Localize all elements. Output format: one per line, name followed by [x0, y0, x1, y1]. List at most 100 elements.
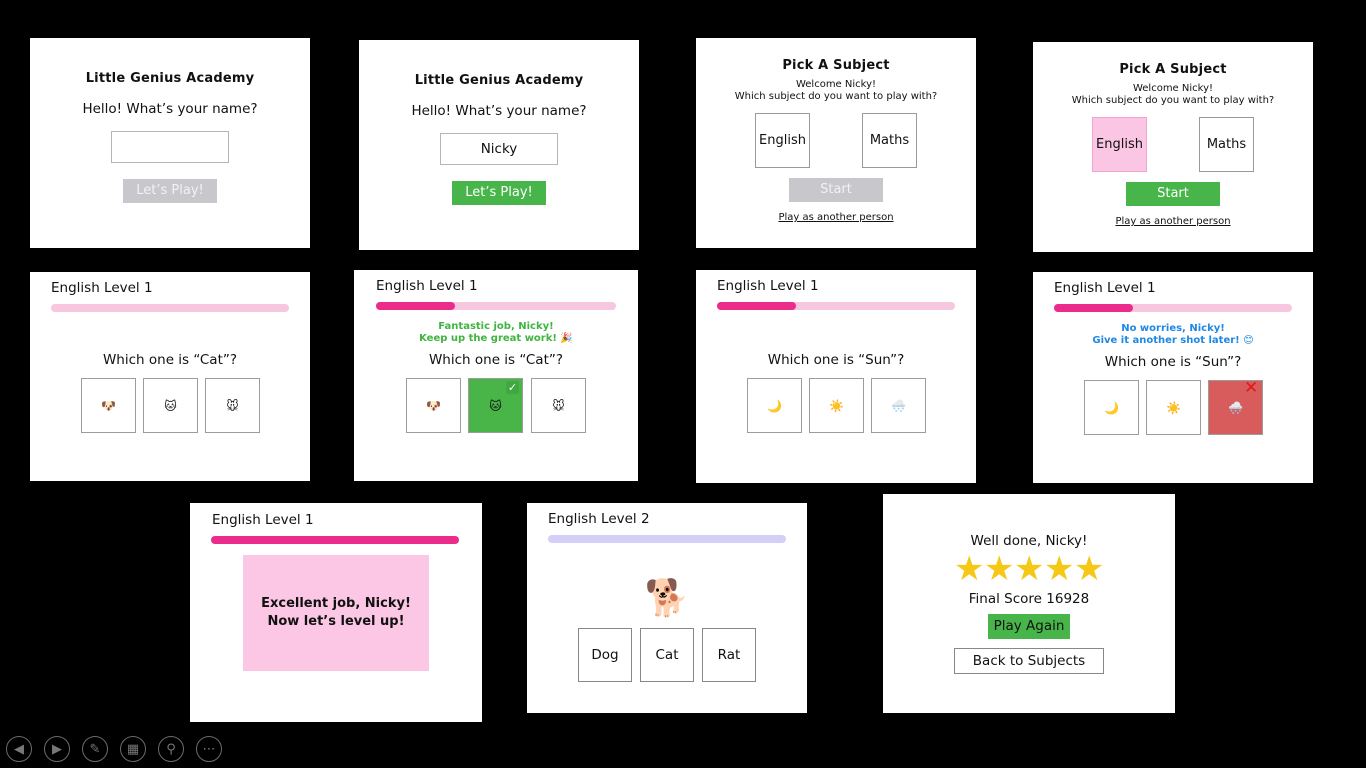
option-dog[interactable]: 🐶	[406, 378, 461, 433]
level-subject: English	[376, 278, 425, 294]
level-up-line2: Now let’s level up!	[267, 614, 405, 629]
option-cat[interactable]: 🐱	[143, 378, 198, 433]
dog-icon: 🐶	[101, 398, 116, 413]
start-button-disabled[interactable]: Start	[789, 178, 883, 202]
play-as-another-person-link[interactable]: Play as another person	[1033, 216, 1313, 227]
card-name-filled: Little Genius Academy Hello! What’s your…	[359, 40, 639, 250]
question: Which one is “Cat”?	[428, 352, 564, 368]
progress-bar	[548, 535, 786, 543]
back-to-subjects-button[interactable]: Back to Subjects	[954, 648, 1104, 674]
option-snow-cloud[interactable]: 🌨️	[871, 378, 926, 433]
subject-english-label: English	[759, 133, 806, 148]
level-header: English Level 1	[212, 512, 314, 528]
card-final-score: Well done, Nicky! ★ ★ ★ ★ ★ Final Score 1692…	[883, 494, 1175, 713]
level-header: English Level 1	[51, 280, 153, 296]
final-score: Final Score 16928	[968, 591, 1090, 607]
level-up-panel: Excellent job, Nicky! Now let’s level up…	[243, 555, 429, 671]
question: Which one is “Cat”?	[102, 352, 238, 368]
pen-icon[interactable]: ✎	[82, 736, 108, 762]
card-pick-subject: Pick A Subject Welcome Nicky! Which subj…	[696, 38, 976, 248]
level-label: Level 1	[104, 280, 153, 296]
snow-cloud-icon: 🌨️	[891, 398, 906, 413]
word-rat[interactable]: Rat	[702, 628, 756, 682]
card-pick-subject-selected: Pick A Subject Welcome Nicky! Which subj…	[1033, 42, 1313, 252]
option-dog[interactable]: 🐶	[81, 378, 136, 433]
subject-question: Which subject do you want to play with?	[1071, 95, 1275, 106]
progress-bar	[376, 302, 616, 310]
progress-fill	[211, 536, 459, 544]
name-input-value: Nicky	[480, 141, 518, 157]
level-subject: English	[51, 280, 100, 296]
subject-maths[interactable]: Maths	[1199, 117, 1254, 172]
option-moon[interactable]: 🌙	[1084, 380, 1139, 435]
question: Which one is “Sun”?	[767, 352, 905, 368]
progress-fill	[1054, 304, 1133, 312]
lets-play-button-disabled[interactable]: Let’s Play!	[123, 179, 217, 203]
name-input[interactable]	[111, 131, 229, 163]
name-input[interactable]: Nicky	[440, 133, 558, 165]
play-as-another-person-link[interactable]: Play as another person	[696, 212, 976, 223]
progress-bar	[1054, 304, 1292, 312]
slides-grid-icon[interactable]: ▦	[120, 736, 146, 762]
card-english-l2: English Level 2 🐕 Dog Cat Rat	[527, 503, 807, 713]
card-english-l1-correct: English Level 1 Fantastic job, Nicky! Ke…	[354, 270, 638, 481]
subject-maths[interactable]: Maths	[862, 113, 917, 168]
x-mark-icon: ✕	[1244, 378, 1259, 398]
moon-icon: 🌙	[1104, 400, 1119, 415]
word-dog[interactable]: Dog	[578, 628, 632, 682]
level-subject: English	[717, 278, 766, 294]
feedback-correct-line2: Keep up the great work! 🎉	[419, 333, 573, 344]
option-mouse[interactable]: 🐭	[205, 378, 260, 433]
sun-icon: ☀️	[829, 398, 844, 413]
subject-maths-label: Maths	[1206, 137, 1247, 152]
welcome-text: Welcome Nicky!	[1132, 83, 1214, 94]
option-moon[interactable]: 🌙	[747, 378, 802, 433]
card-english-l1-sun: English Level 1 Which one is “Sun”? 🌙 ☀️…	[696, 270, 976, 483]
subject-english[interactable]: English	[755, 113, 810, 168]
level-label: Level 1	[1107, 280, 1156, 296]
lets-play-button[interactable]: Let’s Play!	[452, 181, 546, 205]
subject-question: Which subject do you want to play with?	[734, 91, 938, 102]
feedback-wrong-line1: No worries, Nicky!	[1121, 323, 1225, 334]
welcome-text: Welcome Nicky!	[795, 79, 877, 90]
pick-subject-title: Pick A Subject	[782, 58, 890, 73]
more-icon[interactable]: ⋯	[196, 736, 222, 762]
pick-subject-title: Pick A Subject	[1119, 62, 1227, 77]
question: Which one is “Sun”?	[1104, 354, 1242, 370]
subject-maths-label: Maths	[869, 133, 910, 148]
option-mouse[interactable]: 🐭	[531, 378, 586, 433]
previous-icon[interactable]: ◀	[6, 736, 32, 762]
level-up-line1: Excellent job, Nicky!	[261, 596, 411, 611]
feedback-correct-line1: Fantastic job, Nicky!	[438, 321, 554, 332]
star-icon: ★	[1014, 549, 1045, 589]
level-header: English Level 1	[376, 278, 478, 294]
option-sun[interactable]: ☀️	[1146, 380, 1201, 435]
zoom-icon[interactable]: ⚲	[158, 736, 184, 762]
cat-icon: 🐱	[489, 398, 502, 413]
mouse-icon: 🐭	[226, 398, 239, 413]
card-name-empty: Little Genius Academy Hello! What’s your…	[30, 38, 310, 248]
option-sun[interactable]: ☀️	[809, 378, 864, 433]
star-rating: ★ ★ ★ ★ ★	[883, 552, 1175, 588]
level-header: English Level 1	[1054, 280, 1156, 296]
name-prompt: Hello! What’s your name?	[411, 103, 587, 119]
start-button[interactable]: Start	[1126, 182, 1220, 206]
dog-icon: 🐶	[426, 398, 441, 413]
progress-bar	[51, 304, 289, 312]
progress-fill	[376, 302, 456, 310]
subject-english-selected[interactable]: English	[1092, 117, 1147, 172]
level-label: Level 1	[265, 512, 314, 528]
progress-fill	[717, 302, 796, 310]
level-subject: English	[1054, 280, 1103, 296]
level-subject: English	[212, 512, 261, 528]
app-title: Little Genius Academy	[85, 71, 255, 86]
final-greeting: Well done, Nicky!	[970, 533, 1088, 549]
progress-bar	[211, 536, 459, 544]
cat-icon: 🐱	[164, 398, 177, 413]
next-icon[interactable]: ▶	[44, 736, 70, 762]
level2-header: English Level 2	[548, 511, 650, 527]
play-again-button[interactable]: Play Again	[988, 614, 1070, 639]
star-icon: ★	[1044, 549, 1075, 589]
snow-cloud-icon: 🌨️	[1228, 400, 1243, 415]
word-cat[interactable]: Cat	[640, 628, 694, 682]
